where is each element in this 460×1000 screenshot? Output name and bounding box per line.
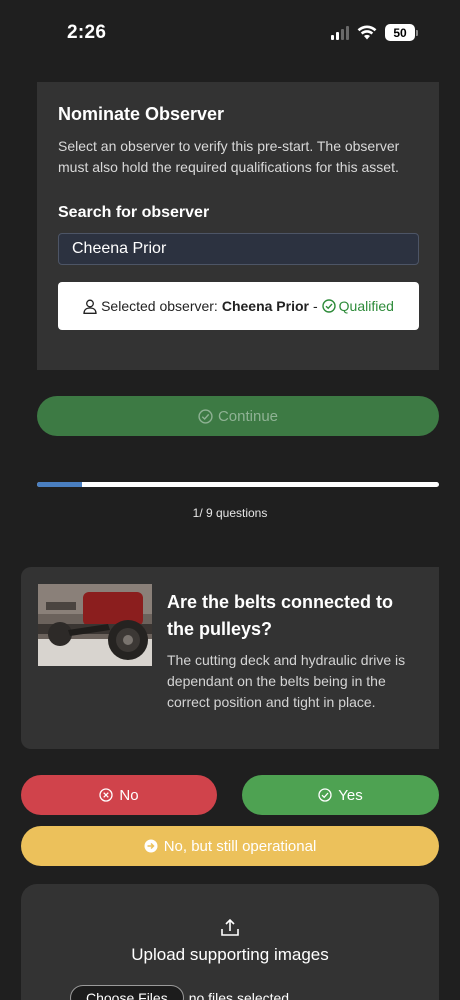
continue-label: Continue xyxy=(217,407,279,425)
file-input-row: Choose Files no files selected xyxy=(70,985,289,1000)
question-photo xyxy=(38,584,152,666)
question-title: Are the belts connected to the pulleys? xyxy=(167,592,394,639)
upload-icon xyxy=(221,918,239,936)
check-circle-icon xyxy=(318,788,332,802)
battery-icon: 50 xyxy=(385,24,418,41)
status-icons: 50 xyxy=(331,24,418,41)
observer-search-input[interactable] xyxy=(58,233,419,265)
question-description: The cutting deck and hydraulic drive is … xyxy=(167,652,406,710)
progress-fill xyxy=(37,482,82,487)
wifi-icon xyxy=(357,25,377,40)
question-card: Are the belts connected to the pulleys? … xyxy=(21,567,439,749)
selected-observer-name: Cheena Prior xyxy=(221,298,309,314)
observer-title: Nominate Observer xyxy=(58,104,225,124)
qualified-label: Qualified xyxy=(338,298,394,314)
arrow-right-circle-icon xyxy=(144,839,158,853)
no-button[interactable]: No xyxy=(21,775,217,815)
yes-button[interactable]: Yes xyxy=(242,775,439,815)
battery-level: 50 xyxy=(385,24,415,41)
choose-files-button[interactable]: Choose Files xyxy=(70,985,184,1000)
upload-label: Upload supporting images xyxy=(131,945,329,964)
status-bar: 2:26 50 xyxy=(0,0,460,70)
file-status: no files selected xyxy=(188,990,290,1000)
yes-label: Yes xyxy=(338,786,363,804)
check-circle-icon xyxy=(321,299,336,313)
observer-description: Select an observer to verify this pre-st… xyxy=(58,138,400,175)
cellular-signal-icon xyxy=(331,25,349,40)
upload-card: Upload supporting images Choose Files no… xyxy=(21,884,439,1000)
no-label: No xyxy=(119,786,139,804)
operational-label: No, but still operational xyxy=(163,837,317,855)
person-icon xyxy=(83,299,97,314)
no-but-operational-button[interactable]: No, but still operational xyxy=(21,826,439,866)
nominate-observer-card: Nominate Observer Select an observer to … xyxy=(37,82,439,370)
progress-bar xyxy=(37,482,439,487)
qualified-status: Qualified xyxy=(321,298,394,314)
status-time: 2:26 xyxy=(67,22,107,43)
selected-observer-box: Selected observer: Cheena Prior - Qualif… xyxy=(58,282,419,330)
progress-text: 1/ 9 questions xyxy=(192,506,268,520)
selected-observer-separator: - xyxy=(312,298,318,314)
check-circle-icon xyxy=(198,408,213,424)
search-label: Search for observer xyxy=(58,204,210,221)
selected-observer-prefix: Selected observer: xyxy=(101,298,218,314)
continue-button[interactable]: Continue xyxy=(37,396,439,436)
x-circle-icon xyxy=(99,788,114,802)
